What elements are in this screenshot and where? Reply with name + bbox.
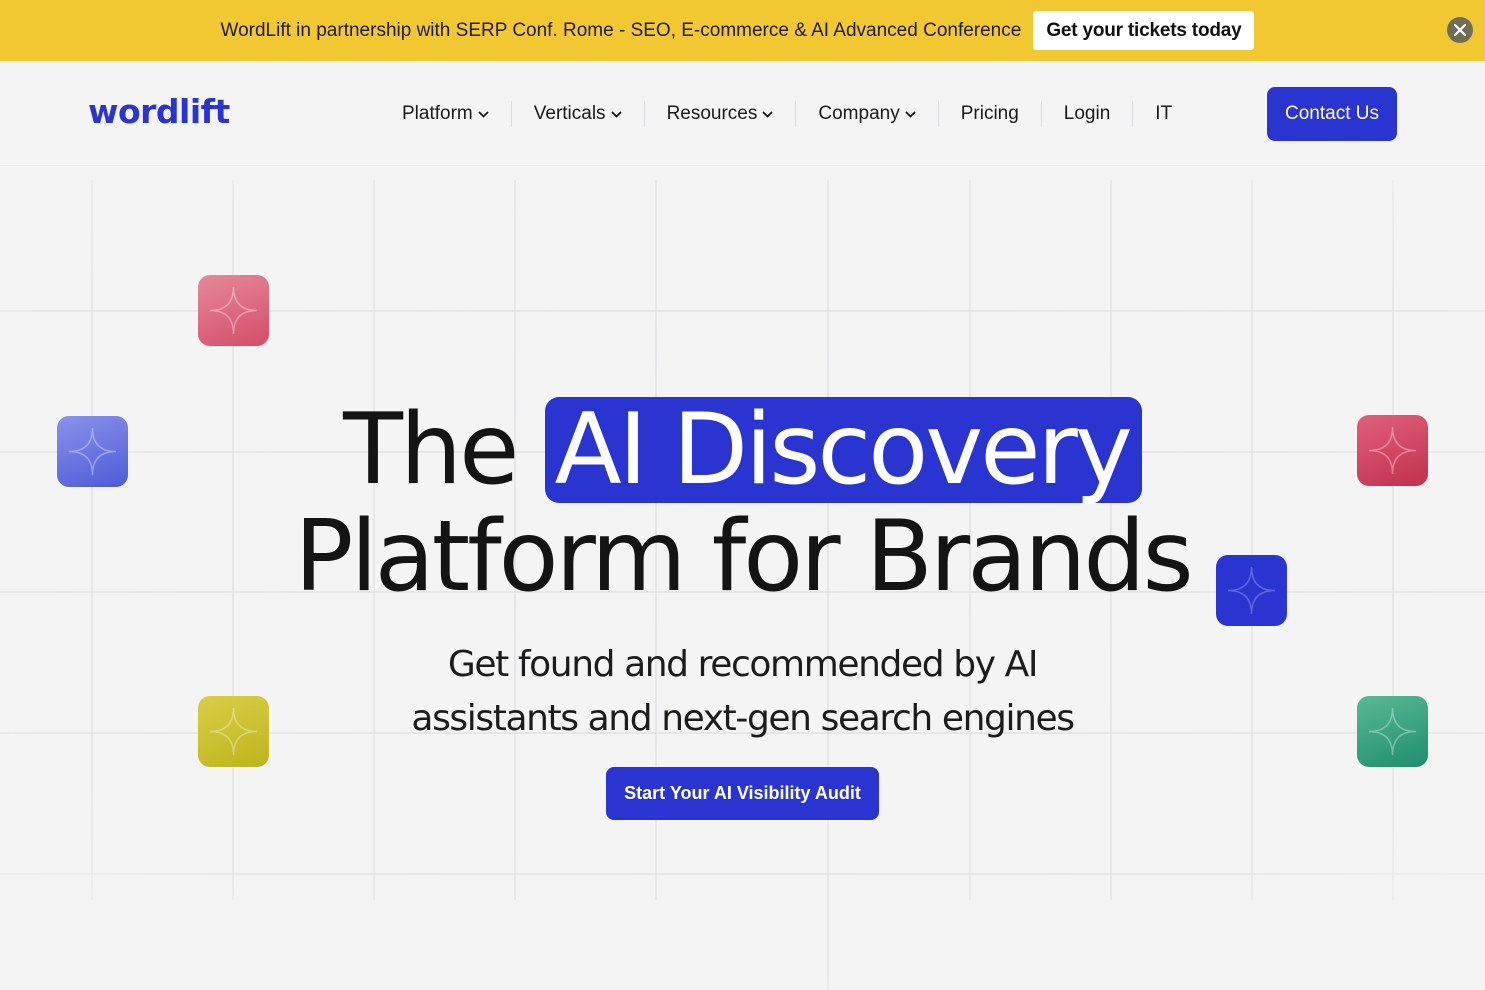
wordlift-logo[interactable]: wordlift	[88, 92, 230, 131]
hero-headline-line1: The AI Discovery	[0, 393, 1485, 507]
subhead-line2: assistants and next-gen search engines	[411, 698, 1075, 739]
hero-headline-line2: Platform for Brands	[0, 500, 1485, 614]
chevron-down-icon	[762, 110, 774, 118]
nav-resources-label: Resources	[666, 103, 758, 124]
nav-verticals-label: Verticals	[533, 103, 606, 124]
hero-subheading: Get found and recommended by AI assistan…	[0, 638, 1485, 746]
nav-pricing[interactable]: Pricing	[939, 87, 1041, 141]
contact-us-button[interactable]: Contact Us	[1267, 87, 1397, 141]
nav-login-label: Login	[1063, 103, 1111, 124]
nav-language-it[interactable]: IT	[1133, 87, 1194, 141]
get-tickets-button[interactable]: Get your tickets today	[1033, 11, 1255, 50]
nav-company-label: Company	[818, 103, 900, 124]
headline-line2: Platform for Brands	[294, 500, 1193, 614]
chevron-down-icon	[478, 110, 489, 118]
site-header: wordlift Platform Verticals Resources Co…	[0, 61, 1485, 166]
nav-resources[interactable]: Resources	[645, 87, 796, 141]
close-icon[interactable]	[1447, 17, 1473, 43]
main-nav: Platform Verticals Resources Company Pri…	[380, 87, 1194, 141]
subhead-line1: Get found and recommended by AI	[447, 644, 1039, 685]
announcement-bar: WordLift in partnership with SERP Conf. …	[0, 0, 1485, 61]
headline-prefix: The	[343, 393, 519, 507]
chevron-down-icon	[905, 110, 916, 118]
nav-platform[interactable]: Platform	[380, 87, 511, 141]
nav-pricing-label: Pricing	[960, 103, 1019, 124]
decorative-tile-pink	[198, 275, 269, 346]
nav-language-label: IT	[1155, 103, 1173, 124]
ai-visibility-audit-button[interactable]: Start Your AI Visibility Audit	[606, 767, 879, 820]
chevron-down-icon	[610, 110, 622, 118]
nav-verticals[interactable]: Verticals	[512, 87, 644, 141]
headline-highlight: AI Discovery	[544, 397, 1142, 503]
nav-company[interactable]: Company	[796, 87, 937, 141]
nav-platform-label: Platform	[402, 103, 473, 124]
announcement-text: WordLift in partnership with SERP Conf. …	[220, 19, 1022, 41]
nav-login[interactable]: Login	[1042, 87, 1133, 141]
